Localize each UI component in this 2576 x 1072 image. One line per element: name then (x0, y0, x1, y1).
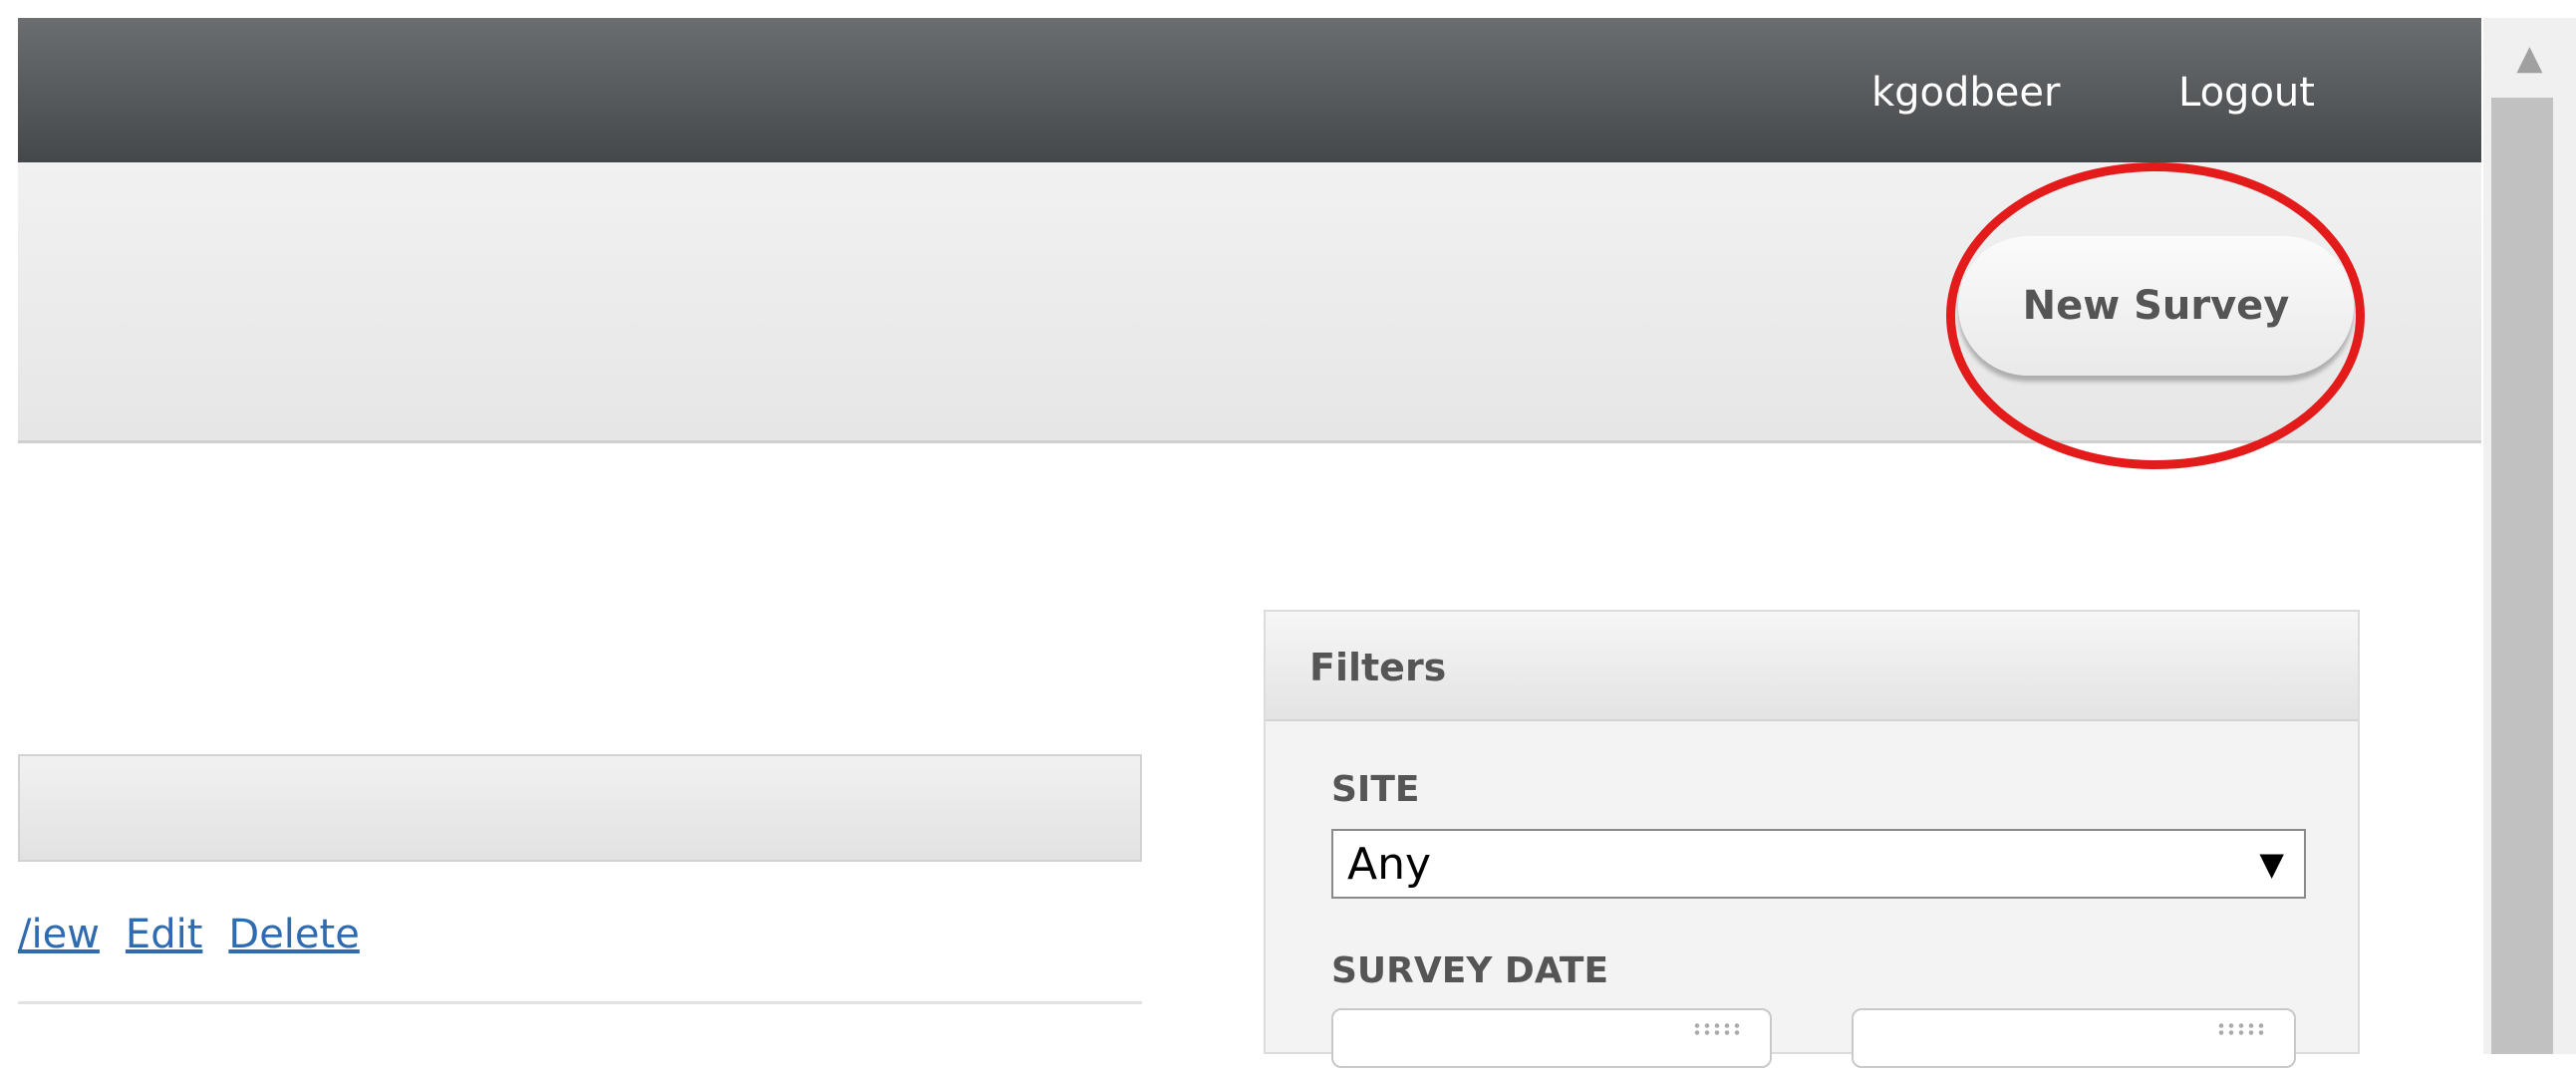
site-select[interactable]: Any ▼ (1331, 829, 2306, 899)
scroll-up-arrow-icon[interactable]: ▲ (2483, 18, 2576, 98)
site-select-value: Any (1347, 839, 1432, 890)
survey-list-header (18, 754, 1142, 862)
survey-date-label: SURVEY DATE (1331, 950, 1609, 991)
filters-panel: Filters SITE Any ▼ SURVEY DATE (1264, 610, 2360, 1068)
site-filter-label: SITE (1331, 769, 1420, 810)
survey-date-to-input[interactable] (1852, 1008, 2296, 1068)
edit-link[interactable]: Edit (126, 912, 202, 957)
row-actions: /iew Edit Delete (18, 912, 386, 957)
top-navigation-bar: kgodbeer Logout (18, 18, 2481, 162)
calendar-icon[interactable] (1692, 1022, 1744, 1036)
username-link[interactable]: kgodbeer (1871, 70, 2060, 116)
filters-header: Filters (1266, 612, 2358, 721)
dropdown-arrow-icon: ▼ (2259, 845, 2284, 883)
logout-link[interactable]: Logout (2178, 70, 2315, 116)
filters-title: Filters (1309, 646, 1447, 689)
table-divider (18, 1001, 1142, 1004)
scrollbar-thumb[interactable] (2491, 98, 2553, 1054)
view-link[interactable]: /iew (18, 912, 100, 957)
delete-link[interactable]: Delete (228, 912, 359, 957)
calendar-icon[interactable] (2216, 1022, 2268, 1036)
survey-date-from-input[interactable] (1331, 1008, 1772, 1068)
annotation-highlight-circle (1946, 162, 2365, 469)
